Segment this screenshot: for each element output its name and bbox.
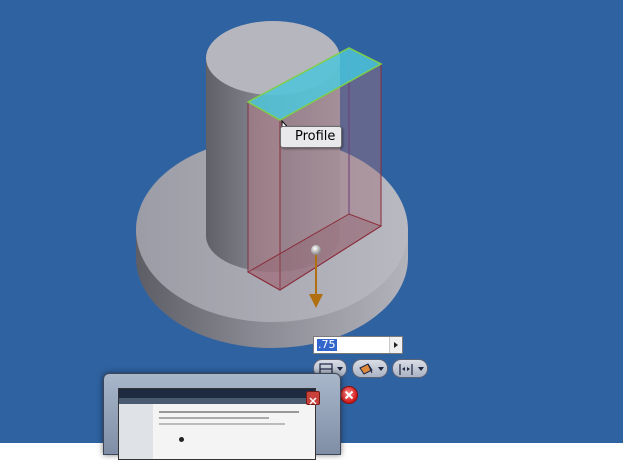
thumbnail-dot [179,437,184,442]
cancel-icon [344,390,354,400]
chevron-right-icon [394,342,398,348]
output-icon [359,363,384,375]
profile-tooltip: Profile [280,126,343,148]
cancel-button[interactable] [340,386,358,404]
tooltip-label: Profile [295,129,336,144]
distance-input-box[interactable]: .75 [313,336,403,354]
manipulator-ball [311,245,321,255]
output-button[interactable] [352,359,388,378]
thumbnail-sidebar [119,404,153,459]
thumbnail-titlebar [119,389,315,398]
direction-icon [399,364,424,375]
distance-dropdown-button[interactable] [389,337,402,353]
distance-value[interactable]: .75 [317,339,337,351]
thumbnail-text-line [159,423,285,425]
thumbnail-text-line [159,417,269,419]
direction-button[interactable] [392,359,428,378]
thumbnail-text-line [159,411,299,413]
close-icon [309,397,317,405]
thumbnail-close-button[interactable] [306,391,320,405]
thumbnail-preview [118,388,316,460]
